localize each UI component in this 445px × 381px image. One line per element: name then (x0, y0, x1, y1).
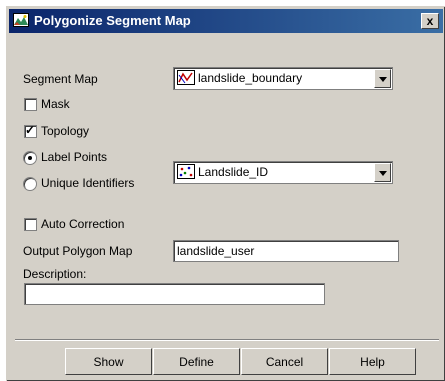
segment-map-select[interactable]: landslide_boundary (173, 67, 393, 90)
topology-label: Topology (41, 124, 90, 138)
label-points-value: Landslide_ID (198, 165, 269, 179)
segment-map-icon (177, 70, 195, 85)
map-icon (13, 13, 29, 27)
output-polygon-map-value: landslide_user (177, 244, 255, 258)
description-label: Description: (23, 267, 87, 281)
mask-checkbox[interactable] (24, 98, 37, 111)
chevron-down-icon[interactable] (374, 163, 391, 182)
dialog-title: Polygonize Segment Map (34, 13, 191, 28)
close-button[interactable]: x (421, 13, 439, 29)
topology-checkbox[interactable] (24, 123, 37, 138)
auto-correction-label: Auto Correction (41, 217, 125, 231)
unique-identifiers-radio[interactable] (23, 177, 37, 191)
description-input[interactable] (24, 283, 325, 305)
dialog-window: Polygonize Segment Map x Segment Map lan… (6, 6, 445, 381)
segment-map-label: Segment Map (23, 72, 98, 86)
chevron-down-icon[interactable] (374, 69, 391, 88)
auto-correction-checkbox[interactable] (24, 218, 37, 231)
separator (15, 339, 439, 341)
output-polygon-map-label: Output Polygon Map (23, 244, 133, 258)
point-map-icon (177, 164, 195, 179)
help-button[interactable]: Help (329, 348, 416, 375)
title-bar[interactable]: Polygonize Segment Map x (9, 9, 443, 33)
unique-identifiers-label: Unique Identifiers (41, 176, 135, 190)
cancel-button[interactable]: Cancel (241, 348, 328, 375)
define-button[interactable]: Define (153, 348, 240, 375)
label-points-radio[interactable] (23, 151, 37, 165)
output-polygon-map-input[interactable]: landslide_user (173, 240, 399, 262)
mask-label: Mask (41, 97, 70, 111)
label-points-label: Label Points (41, 150, 108, 164)
label-points-select[interactable]: Landslide_ID (173, 161, 393, 184)
segment-map-value: landslide_boundary (198, 71, 303, 85)
show-button[interactable]: Show (65, 348, 152, 375)
